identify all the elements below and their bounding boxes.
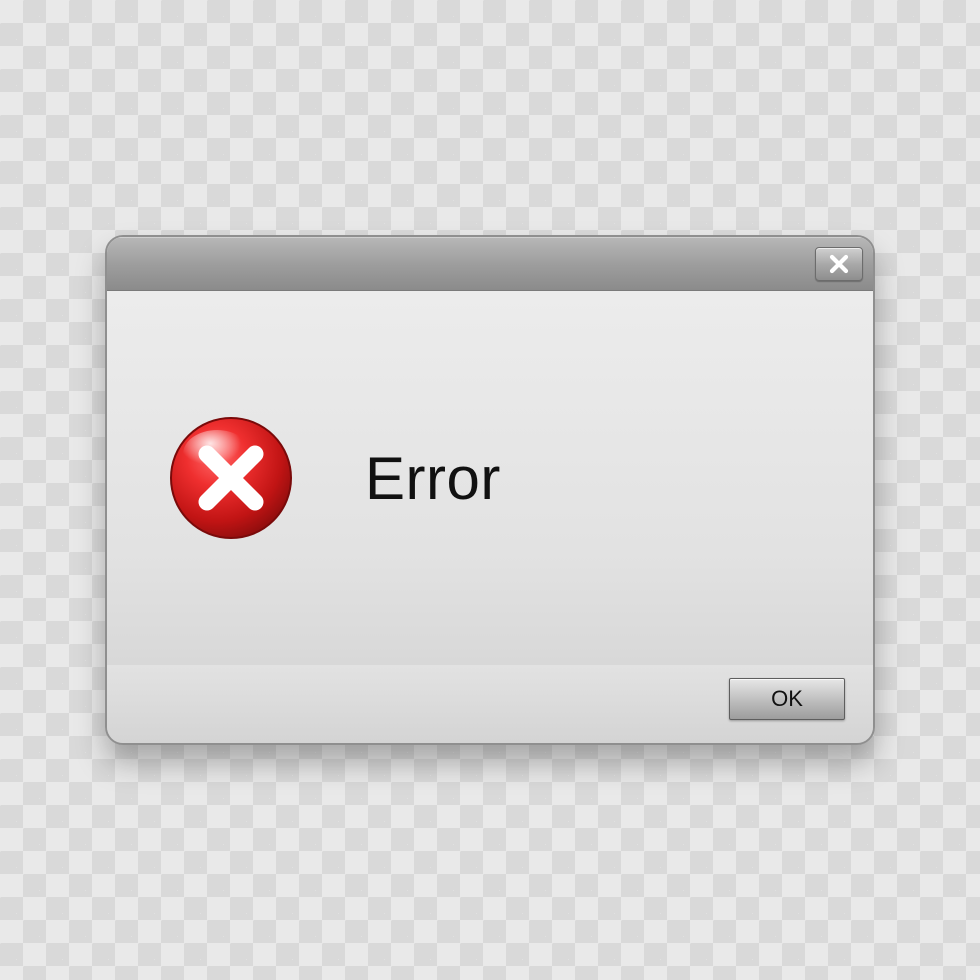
error-cross-icon (167, 414, 295, 542)
dialog-body: Error (107, 291, 873, 665)
ok-button-label: OK (771, 686, 803, 712)
dialog-footer: OK (107, 665, 873, 743)
close-icon (828, 253, 850, 275)
error-message: Error (365, 444, 501, 513)
close-button[interactable] (815, 247, 863, 281)
ok-button[interactable]: OK (729, 678, 845, 720)
titlebar[interactable] (107, 237, 873, 291)
error-dialog: Error OK (105, 235, 875, 745)
